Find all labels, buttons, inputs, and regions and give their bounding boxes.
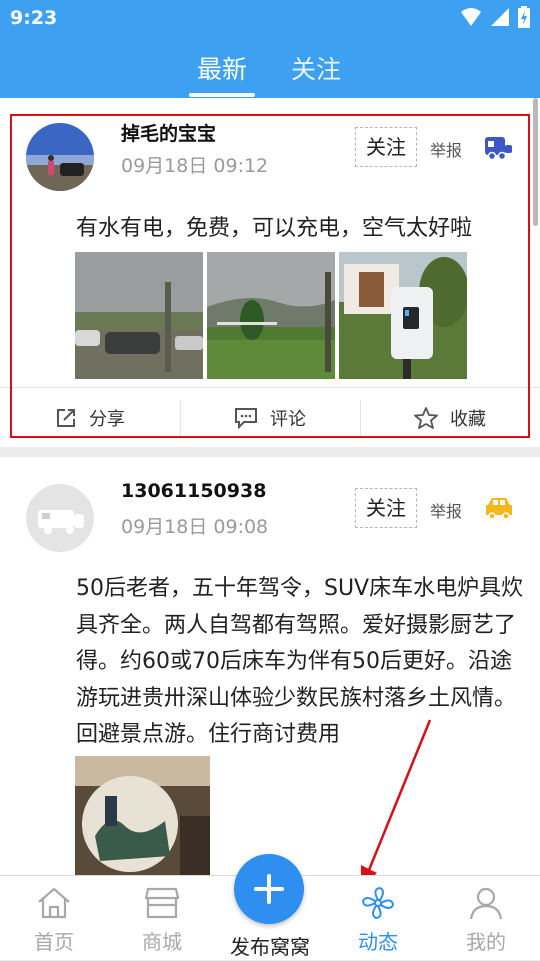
plus-icon xyxy=(254,874,284,904)
shop-icon xyxy=(144,887,180,919)
post-username[interactable]: 13061150938 xyxy=(121,480,266,502)
share-button[interactable]: 分享 xyxy=(0,388,180,447)
status-icons xyxy=(460,6,530,28)
comment-button[interactable]: 评论 xyxy=(180,388,360,447)
car-icon xyxy=(486,498,512,520)
nav-label-moments: 动态 xyxy=(358,930,398,954)
battery-icon xyxy=(518,6,530,28)
feed-list[interactable]: 掉毛的宝宝 09月18日 09:12 关注 举报 有水有电，免费，可以充电，空气… xyxy=(0,98,540,875)
nav-item-moments[interactable]: 动态 xyxy=(324,876,432,961)
post-username[interactable]: 掉毛的宝宝 xyxy=(121,119,216,146)
status-time: 9:23 xyxy=(10,7,58,29)
tab-following[interactable]: 关注 xyxy=(291,50,341,86)
post-time: 09月18日 09:08 xyxy=(121,516,269,538)
caravan-icon xyxy=(485,137,512,161)
header: 最新 关注 xyxy=(0,36,540,98)
signal-icon xyxy=(491,8,509,26)
avatar[interactable] xyxy=(26,484,94,552)
post-photo[interactable] xyxy=(339,252,467,379)
favorite-button[interactable]: 收藏 xyxy=(360,388,540,447)
tab-latest[interactable]: 最新 xyxy=(197,50,247,86)
nav-label-shop: 商城 xyxy=(142,930,182,954)
nav-label-home: 首页 xyxy=(34,930,74,954)
scrollbar[interactable] xyxy=(533,98,538,226)
follow-button[interactable]: 关注 xyxy=(355,127,417,167)
nav-label-profile: 我的 xyxy=(466,930,506,954)
post-photo[interactable] xyxy=(75,756,210,875)
avatar[interactable] xyxy=(26,123,94,191)
wifi-icon xyxy=(461,8,481,26)
comment-icon xyxy=(235,407,257,429)
follow-button[interactable]: 关注 xyxy=(355,488,417,528)
report-button[interactable]: 举报 xyxy=(430,498,462,522)
home-icon xyxy=(38,887,70,919)
favorite-label: 收藏 xyxy=(450,408,486,430)
post-text[interactable]: 有水有电，免费，可以充电，空气太好啦 xyxy=(76,211,526,248)
fan-icon xyxy=(361,886,395,920)
post-photo[interactable] xyxy=(207,252,335,379)
share-icon xyxy=(57,408,75,427)
post-text[interactable]: 50后老者，五十年驾令，SUV床车水电炉具炊具齐全。两人自驾都有驾照。爱好摄影厨… xyxy=(76,571,526,754)
post-time: 09月18日 09:12 xyxy=(121,155,269,177)
status-bar: 9:23 xyxy=(0,0,540,36)
post-card[interactable]: 掉毛的宝宝 09月18日 09:12 关注 举报 有水有电，免费，可以充电，空气… xyxy=(0,98,540,447)
post-card[interactable]: 13061150938 09月18日 09:08 关注 举报 50后老者，五十年… xyxy=(0,457,540,875)
share-label: 分享 xyxy=(89,408,125,430)
post-action-bar: 分享 评论 收藏 xyxy=(0,387,540,447)
active-tab-indicator xyxy=(189,93,255,97)
star-icon xyxy=(414,406,438,429)
annotation-arrow xyxy=(361,719,432,887)
report-button[interactable]: 举报 xyxy=(430,137,462,161)
publish-button[interactable] xyxy=(234,854,304,924)
comment-label: 评论 xyxy=(270,408,306,430)
post-photo[interactable] xyxy=(75,252,203,379)
nav-item-shop[interactable]: 商城 xyxy=(108,876,216,961)
user-icon xyxy=(469,887,503,920)
nav-item-home[interactable]: 首页 xyxy=(0,876,108,961)
nav-item-profile[interactable]: 我的 xyxy=(432,876,540,961)
publish-label: 发布窝窝 xyxy=(230,935,310,959)
